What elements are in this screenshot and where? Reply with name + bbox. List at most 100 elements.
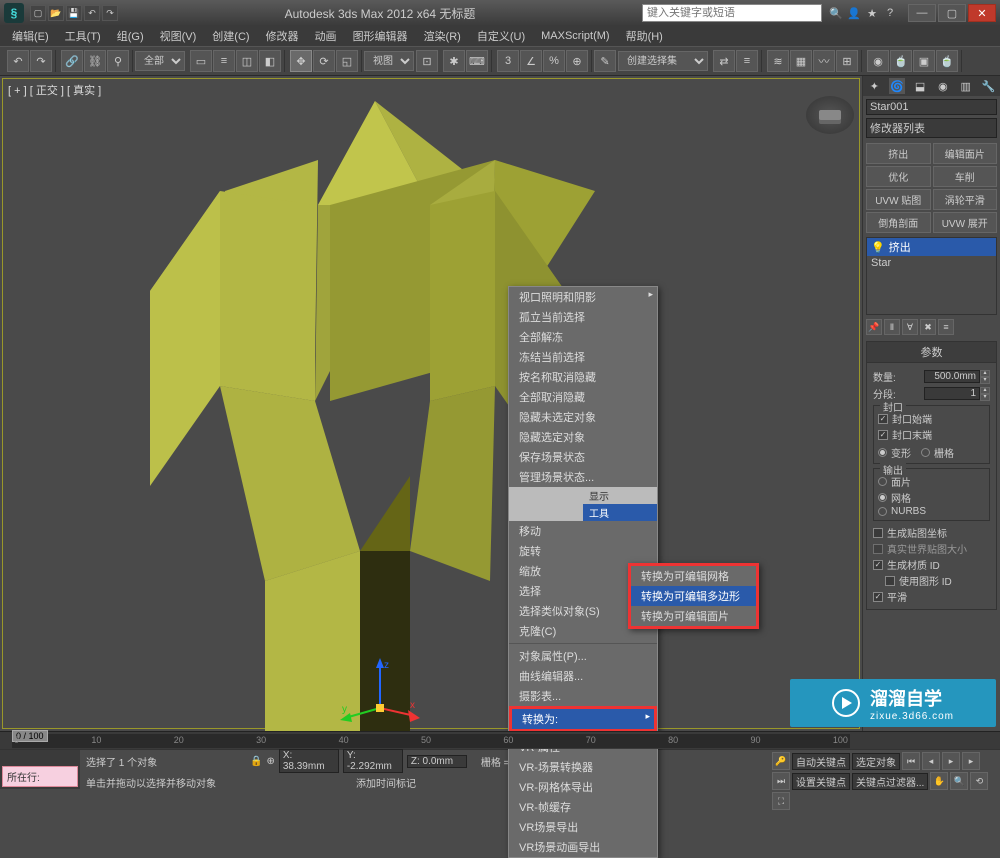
angle-snap-icon[interactable]: ∠ bbox=[520, 50, 542, 72]
btn-optimize[interactable]: 优化 bbox=[866, 166, 931, 187]
ctx-vr-anim-export[interactable]: VR场景动画导出 bbox=[509, 837, 657, 857]
modifier-stack[interactable]: 💡挤出 Star bbox=[866, 237, 997, 315]
ctx-viewport-lighting[interactable]: 视口照明和阴影 bbox=[509, 287, 657, 307]
maximize-button[interactable]: ▢ bbox=[938, 4, 966, 22]
render-icon[interactable]: 🍵 bbox=[936, 50, 958, 72]
tab-display-icon[interactable]: ▥ bbox=[958, 78, 974, 94]
stack-config-icon[interactable]: ≡ bbox=[938, 319, 954, 335]
menu-render[interactable]: 渲染(R) bbox=[416, 26, 469, 46]
ctx-unfreeze-all[interactable]: 全部解冻 bbox=[509, 327, 657, 347]
ctx-freeze-sel[interactable]: 冻结当前选择 bbox=[509, 347, 657, 367]
ctx-curve-editor[interactable]: 曲线编辑器... bbox=[509, 666, 657, 686]
btn-lathe[interactable]: 车削 bbox=[933, 166, 998, 187]
tab-modify-icon[interactable]: 🌀 bbox=[889, 78, 905, 94]
spinner-snap-icon[interactable]: ⊕ bbox=[566, 50, 588, 72]
ctx-vr-scene-export[interactable]: VR场景导出 bbox=[509, 817, 657, 837]
modifier-list-select[interactable]: 修改器列表 bbox=[866, 118, 997, 138]
menu-edit[interactable]: 编辑(E) bbox=[4, 26, 57, 46]
ctx-unhide-all[interactable]: 全部取消隐藏 bbox=[509, 387, 657, 407]
qat-redo-icon[interactable]: ↷ bbox=[102, 5, 118, 21]
ctx-isolate[interactable]: 孤立当前选择 bbox=[509, 307, 657, 327]
ctx-hide-unsel[interactable]: 隐藏未选定对象 bbox=[509, 407, 657, 427]
menu-group[interactable]: 组(G) bbox=[109, 26, 152, 46]
ctx-obj-props[interactable]: 对象属性(P)... bbox=[509, 646, 657, 666]
segments-input[interactable]: 1 bbox=[924, 387, 980, 400]
play-icon[interactable]: ▸ bbox=[942, 752, 960, 770]
genmap-check[interactable] bbox=[873, 528, 883, 538]
qat-undo-icon[interactable]: ↶ bbox=[84, 5, 100, 21]
ctx-save-state[interactable]: 保存场景状态 bbox=[509, 447, 657, 467]
btn-bevelprofile[interactable]: 倒角剖面 bbox=[866, 212, 931, 233]
key-icon[interactable]: 🔑 bbox=[772, 752, 790, 770]
rotate-icon[interactable]: ⟳ bbox=[313, 50, 335, 72]
menu-grapheditor[interactable]: 图形编辑器 bbox=[345, 26, 416, 46]
layer-icon[interactable]: ≋ bbox=[767, 50, 789, 72]
tab-hierarchy-icon[interactable]: ⬓ bbox=[912, 78, 928, 94]
tab-create-icon[interactable]: ✦ bbox=[866, 78, 882, 94]
out-patch-radio[interactable] bbox=[878, 477, 887, 486]
coord-mode-icon[interactable]: ⊕ bbox=[266, 756, 274, 767]
render-setup-icon[interactable]: 🍵 bbox=[890, 50, 912, 72]
stack-show-icon[interactable]: Ⅱ bbox=[884, 319, 900, 335]
scale-icon[interactable]: ◱ bbox=[336, 50, 358, 72]
stack-star[interactable]: Star bbox=[867, 256, 996, 270]
ctx-vr-scene-conv[interactable]: VR-场景转换器 bbox=[509, 757, 657, 777]
btn-extrude[interactable]: 挤出 bbox=[866, 143, 931, 164]
cap-end-check[interactable]: ✓ bbox=[878, 430, 888, 440]
menu-help[interactable]: 帮助(H) bbox=[618, 26, 671, 46]
link-icon[interactable]: 🔗 bbox=[61, 50, 83, 72]
ctx-vr-framebuffer[interactable]: VR-帧缓存 bbox=[509, 797, 657, 817]
menu-view[interactable]: 视图(V) bbox=[152, 26, 205, 46]
menu-modifiers[interactable]: 修改器 bbox=[258, 26, 307, 46]
object-name-field[interactable]: Star001 bbox=[866, 99, 997, 115]
ctx-dope-sheet[interactable]: 摄影表... bbox=[509, 686, 657, 706]
ctx-vr-mesh-export[interactable]: VR-网格体导出 bbox=[509, 777, 657, 797]
align-icon[interactable]: ≡ bbox=[736, 50, 758, 72]
nav-max-icon[interactable]: ⛶ bbox=[772, 792, 790, 810]
redo-icon[interactable]: ↷ bbox=[30, 50, 52, 72]
close-button[interactable]: ✕ bbox=[968, 4, 996, 22]
morph-radio[interactable] bbox=[878, 448, 887, 457]
menu-maxscript[interactable]: MAXScript(M) bbox=[533, 28, 617, 44]
select-name-icon[interactable]: ≡ bbox=[213, 50, 235, 72]
menu-create[interactable]: 创建(C) bbox=[204, 26, 257, 46]
convert-editmesh[interactable]: 转换为可编辑网格 bbox=[631, 566, 756, 586]
seg-up[interactable]: ▴ bbox=[980, 387, 990, 394]
y-coord-input[interactable]: Y: -2.292mm bbox=[343, 749, 403, 773]
percent-snap-icon[interactable]: % bbox=[543, 50, 565, 72]
snap-toggle-icon[interactable]: 3 bbox=[497, 50, 519, 72]
out-mesh-radio[interactable] bbox=[878, 493, 887, 502]
ref-coord-select[interactable]: 视图 bbox=[364, 51, 414, 71]
window-cross-icon[interactable]: ◧ bbox=[259, 50, 281, 72]
menu-animation[interactable]: 动画 bbox=[307, 26, 345, 46]
edit-sel-set-icon[interactable]: ✎ bbox=[594, 50, 616, 72]
mirror-icon[interactable]: ⇄ bbox=[713, 50, 735, 72]
rollout-params-header[interactable]: 参数 bbox=[867, 342, 996, 363]
render-frame-icon[interactable]: ▣ bbox=[913, 50, 935, 72]
goto-start-icon[interactable]: ⏮ bbox=[902, 752, 920, 770]
search-icon[interactable]: 🔍 bbox=[828, 5, 844, 21]
amount-up[interactable]: ▴ bbox=[980, 370, 990, 377]
signin-icon[interactable]: 👤 bbox=[846, 5, 862, 21]
keyboard-icon[interactable]: ⌨ bbox=[466, 50, 488, 72]
goto-end-icon[interactable]: ⏭ bbox=[772, 772, 790, 790]
grid-radio[interactable] bbox=[921, 448, 930, 457]
add-time-tag[interactable]: 添加时间标记 bbox=[356, 775, 416, 790]
undo-icon[interactable]: ↶ bbox=[7, 50, 29, 72]
amount-input[interactable]: 500.0mm bbox=[924, 370, 980, 383]
cap-start-check[interactable]: ✓ bbox=[878, 414, 888, 424]
tab-utilities-icon[interactable]: 🔧 bbox=[981, 78, 997, 94]
ctx-manage-state[interactable]: 管理场景状态... bbox=[509, 467, 657, 487]
select-icon[interactable]: ▭ bbox=[190, 50, 212, 72]
viewcube-icon[interactable] bbox=[806, 96, 854, 134]
btn-uvwunwrap[interactable]: UVW 展开 bbox=[933, 212, 998, 233]
x-coord-input[interactable]: X: 38.39mm bbox=[279, 749, 339, 773]
btn-editpatch[interactable]: 编辑面片 bbox=[933, 143, 998, 164]
named-sel-set-select[interactable]: 创建选择集 bbox=[618, 51, 708, 71]
minimize-button[interactable]: — bbox=[908, 4, 936, 22]
realworld-check[interactable] bbox=[873, 544, 883, 554]
convert-editpoly[interactable]: 转换为可编辑多边形 bbox=[631, 586, 756, 606]
graphite-icon[interactable]: ▦ bbox=[790, 50, 812, 72]
ctx-convert-to[interactable]: 转换为: bbox=[509, 706, 657, 732]
menu-tools[interactable]: 工具(T) bbox=[57, 26, 109, 46]
